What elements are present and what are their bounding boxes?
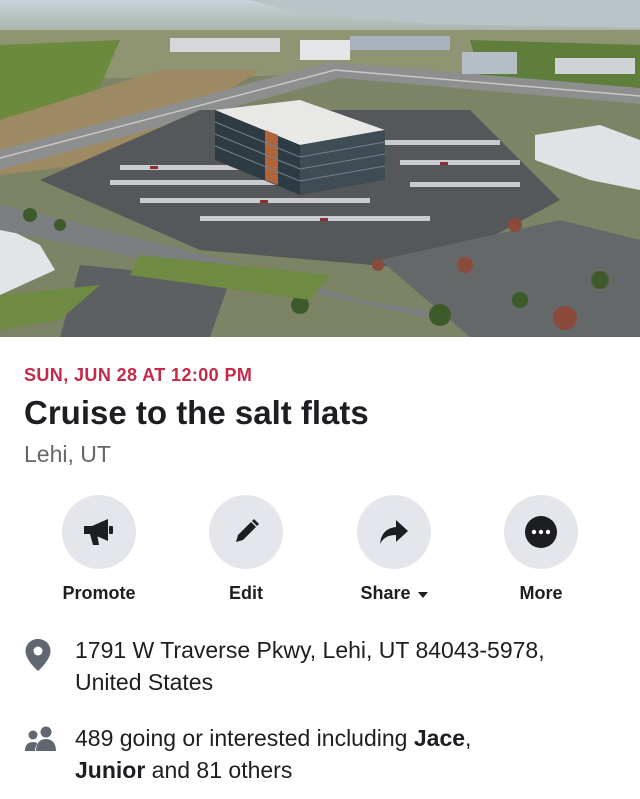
map-pin-icon [24, 638, 52, 677]
chevron-down-icon[interactable] [417, 591, 428, 598]
edit-button[interactable]: Edit [176, 495, 316, 604]
more-label: More [519, 583, 563, 603]
promote-icon-circle [62, 495, 136, 569]
event-title: Cruise to the salt flats [24, 394, 369, 431]
share-icon-circle [357, 495, 431, 569]
more-button[interactable]: More [471, 495, 611, 604]
event-location[interactable]: Lehi, UT [24, 441, 111, 468]
people-icon [24, 725, 58, 758]
share-label: Share [360, 583, 428, 604]
edit-icon-circle [209, 495, 283, 569]
aerial-photo [0, 0, 640, 337]
attendance-text: 489 going or interested including Jace, … [75, 722, 625, 786]
pencil-icon [236, 519, 259, 542]
share-arrow-icon [380, 520, 408, 544]
event-cover-photo[interactable] [0, 0, 640, 337]
edit-label: Edit [229, 583, 263, 603]
attendance-separator: , [465, 725, 472, 751]
megaphone-icon [84, 519, 113, 545]
attendee-name-2[interactable]: Junior [75, 757, 145, 783]
event-action-bar: Promote Edit Share More [0, 495, 640, 610]
share-label-text: Share [360, 583, 411, 603]
address-line-1: 1791 W Traverse Pkwy, Lehi, UT 84043-597… [75, 637, 545, 663]
promote-button[interactable]: Promote [29, 495, 169, 604]
more-dots-icon [525, 516, 557, 548]
address-line-2: United States [75, 669, 214, 695]
share-button[interactable]: Share [324, 495, 464, 604]
attendee-name-1[interactable]: Jace [414, 725, 465, 751]
attendance-prefix: 489 going or interested including [75, 725, 414, 751]
address-text: 1791 W Traverse Pkwy, Lehi, UT 84043-597… [75, 634, 625, 698]
promote-label: Promote [62, 583, 136, 603]
more-icon-circle [504, 495, 578, 569]
attendance-suffix: and 81 others [145, 757, 293, 783]
event-date: SUN, JUN 28 AT 12:00 PM [24, 365, 253, 385]
